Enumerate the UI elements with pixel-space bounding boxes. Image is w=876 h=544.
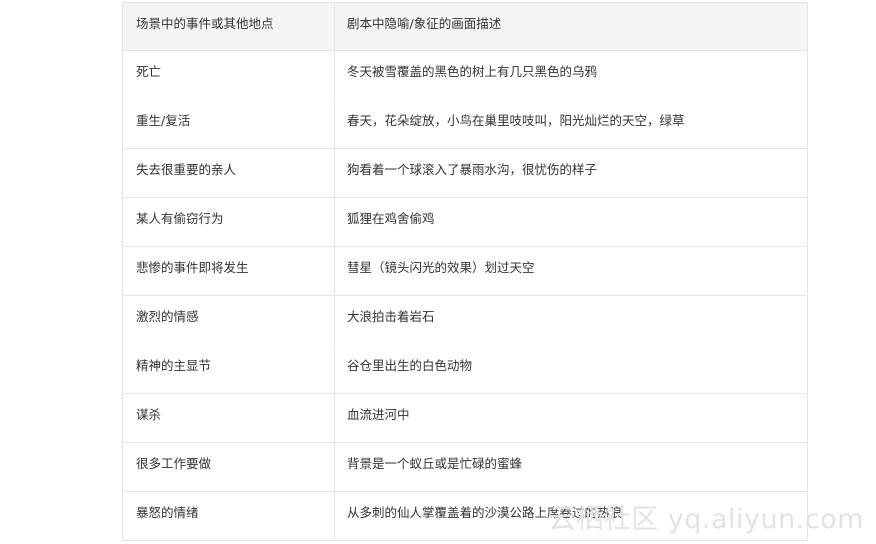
description-cell: 谷仓里出生的白色动物 <box>347 358 473 373</box>
table-row: 很多工作要做 背景是一个蚁丘或是忙碌的蜜蜂 <box>123 443 807 492</box>
header-event: 场景中的事件或其他地点 <box>136 16 274 31</box>
event-cell: 谋杀 <box>136 407 162 422</box>
table-row: 死亡 冬天被雪覆盖的黑色的树上有几只黑色的乌鸦 <box>123 51 807 100</box>
table-row: 激烈的情感 大浪拍击着岩石 <box>123 296 807 345</box>
table-row: 谋杀 血流进河中 <box>123 394 807 443</box>
event-cell: 暴怒的情绪 <box>136 505 199 520</box>
table-row: 重生/复活 春天，花朵绽放，小鸟在巢里吱吱叫，阳光灿烂的天空，绿草 <box>123 100 807 149</box>
description-cell: 狐狸在鸡舍偷鸡 <box>347 211 435 226</box>
table-row: 精神的主显节 谷仓里出生的白色动物 <box>123 345 807 394</box>
event-cell: 很多工作要做 <box>136 456 212 471</box>
description-cell: 大浪拍击着岩石 <box>347 309 435 324</box>
description-cell: 背景是一个蚁丘或是忙碌的蜜蜂 <box>347 456 523 471</box>
event-cell: 重生/复活 <box>136 113 191 128</box>
header-description: 剧本中隐喻/象征的画面描述 <box>347 16 502 31</box>
event-cell: 精神的主显节 <box>136 358 212 373</box>
table-header-row: 场景中的事件或其他地点 剧本中隐喻/象征的画面描述 <box>123 2 807 51</box>
table-row: 悲惨的事件即将发生 彗星（镜头闪光的效果）划过天空 <box>123 247 807 296</box>
event-cell: 悲惨的事件即将发生 <box>136 260 249 275</box>
table-row: 某人有偷窃行为 狐狸在鸡舍偷鸡 <box>123 198 807 247</box>
description-cell: 狗看着一个球滚入了暴雨水沟，很忧伤的样子 <box>347 162 598 177</box>
event-cell: 死亡 <box>136 64 162 79</box>
table-row: 失去很重要的亲人 狗看着一个球滚入了暴雨水沟，很忧伤的样子 <box>123 149 807 198</box>
metaphor-table: 场景中的事件或其他地点 剧本中隐喻/象征的画面描述 死亡 冬天被雪覆盖的黑色的树… <box>122 2 808 541</box>
site-watermark: 云栖社区 yq.aliyun.com <box>548 504 864 535</box>
event-cell: 失去很重要的亲人 <box>136 162 237 177</box>
event-cell: 激烈的情感 <box>136 309 199 324</box>
description-cell: 春天，花朵绽放，小鸟在巢里吱吱叫，阳光灿烂的天空，绿草 <box>347 113 685 128</box>
event-cell: 某人有偷窃行为 <box>136 211 224 226</box>
description-cell: 彗星（镜头闪光的效果）划过天空 <box>347 260 535 275</box>
description-cell: 血流进河中 <box>347 407 410 422</box>
description-cell: 冬天被雪覆盖的黑色的树上有几只黑色的乌鸦 <box>347 64 598 79</box>
